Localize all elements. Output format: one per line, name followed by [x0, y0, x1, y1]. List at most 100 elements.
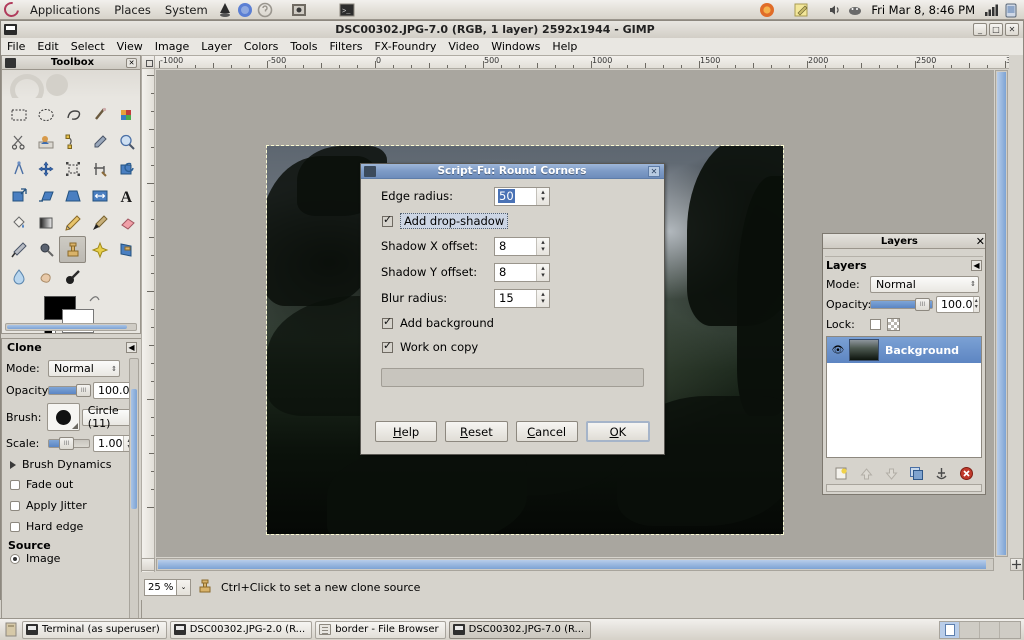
move-tool[interactable]: [32, 155, 59, 182]
update-manager-icon[interactable]: [846, 1, 864, 19]
dialog-close-button[interactable]: ✕: [648, 165, 660, 177]
zoom-tool[interactable]: [113, 128, 140, 155]
layer-list[interactable]: 👁 Background: [826, 336, 982, 458]
blur-radius-spinbox[interactable]: 15 ▴ ▾: [494, 288, 550, 308]
menu-help[interactable]: Help: [546, 38, 583, 55]
volume-icon[interactable]: [826, 1, 844, 19]
mode-combobox[interactable]: Normal ⇕: [48, 360, 120, 377]
menu-tools[interactable]: Tools: [284, 38, 323, 55]
align-tool[interactable]: [59, 155, 86, 182]
gradient-tool[interactable]: [32, 209, 59, 236]
canvas-hscrollbar[interactable]: [156, 558, 994, 571]
scissors-select-tool[interactable]: [5, 128, 32, 155]
swap-colors-icon[interactable]: [88, 293, 100, 303]
layer-opacity-spinbox[interactable]: 100.0 ▴ ▾: [936, 295, 980, 313]
signal-strength-icon[interactable]: [982, 1, 1000, 19]
toolbox-hscrollbar[interactable]: [5, 323, 137, 331]
menu-applications[interactable]: Applications: [23, 0, 107, 20]
menu-places[interactable]: Places: [107, 0, 158, 20]
zoom-control[interactable]: 25 % ⌄: [144, 578, 191, 596]
dialog-titlebar[interactable]: Script-Fu: Round Corners ✕: [361, 164, 664, 179]
fade-out-checkbox[interactable]: [10, 479, 20, 490]
reset-button[interactable]: Reset: [445, 421, 508, 442]
by-color-select-tool[interactable]: [113, 101, 140, 128]
layer-mode-combobox[interactable]: Normal ⇕: [870, 275, 979, 293]
apply-jitter-checkbox-row[interactable]: Apply Jitter: [6, 495, 137, 516]
menu-system[interactable]: System: [158, 0, 215, 20]
quickmask-toggle-button[interactable]: [141, 558, 155, 571]
workspace-switcher[interactable]: [939, 620, 1021, 639]
layer-opacity-slider[interactable]: III: [870, 297, 933, 311]
menu-file[interactable]: File: [1, 38, 31, 55]
screenshot-icon[interactable]: [290, 1, 308, 19]
menu-windows[interactable]: Windows: [485, 38, 546, 55]
firefox-window-icon[interactable]: [758, 1, 776, 19]
paths-tool[interactable]: [59, 128, 86, 155]
delete-layer-icon[interactable]: [959, 466, 974, 481]
spinner-arrows-icon[interactable]: ▴▾: [536, 263, 549, 281]
crop-tool[interactable]: [86, 155, 113, 182]
navigation-preview-button[interactable]: [1010, 558, 1023, 571]
anchor-layer-icon[interactable]: [934, 466, 949, 481]
source-image-radio[interactable]: [10, 553, 20, 564]
menu-filters[interactable]: Filters: [323, 38, 368, 55]
new-layer-icon[interactable]: [834, 466, 849, 481]
opacity-slider[interactable]: III: [48, 384, 91, 397]
workspace-4[interactable]: [1000, 621, 1020, 638]
show-desktop-icon[interactable]: [3, 621, 19, 638]
hard-edge-checkbox-row[interactable]: Hard edge: [6, 516, 137, 537]
work-on-copy-row[interactable]: Work on copy: [365, 335, 660, 359]
heal-tool[interactable]: [86, 236, 113, 263]
workspace-2[interactable]: [960, 621, 980, 638]
layers-menu-button[interactable]: ◀: [971, 260, 982, 271]
source-image-radio-row[interactable]: Image: [6, 552, 137, 565]
lower-layer-icon[interactable]: [884, 466, 899, 481]
bucket-fill-tool[interactable]: [5, 209, 32, 236]
terminal-icon[interactable]: >_: [338, 1, 356, 19]
task-file-browser[interactable]: border - File Browser: [315, 620, 446, 639]
zoom-input[interactable]: 25 %: [144, 578, 177, 596]
menu-video[interactable]: Video: [442, 38, 485, 55]
workspace-3[interactable]: [980, 621, 1000, 638]
layers-tabstrip[interactable]: [825, 250, 983, 257]
flip-tool[interactable]: [86, 182, 113, 209]
gedit-icon[interactable]: [792, 1, 810, 19]
ink-tool[interactable]: [32, 236, 59, 263]
rect-select-tool[interactable]: [5, 101, 32, 128]
close-button[interactable]: ✕: [1005, 23, 1019, 36]
brush-preview-button[interactable]: [47, 403, 80, 431]
canvas-vscrollbar[interactable]: [995, 70, 1008, 557]
blur-sharpen-tool[interactable]: [5, 263, 32, 290]
zoom-dropdown-button[interactable]: ⌄: [177, 578, 191, 596]
fade-out-checkbox-row[interactable]: Fade out: [6, 474, 137, 495]
scale-slider[interactable]: III: [48, 437, 90, 450]
foreground-select-tool[interactable]: [32, 128, 59, 155]
blur-radius-value[interactable]: 15: [495, 291, 536, 305]
hard-edge-checkbox[interactable]: [10, 521, 20, 532]
duplicate-layer-icon[interactable]: [909, 466, 924, 481]
ruler-origin-button[interactable]: [141, 55, 155, 69]
horizontal-ruler[interactable]: -1000 -500 0 500 1000 1500 2000 2500: [155, 55, 1009, 69]
maximize-button[interactable]: □: [989, 23, 1003, 36]
inkscape-icon[interactable]: [216, 1, 234, 19]
perspective-clone-tool[interactable]: [113, 236, 140, 263]
minimize-button[interactable]: _: [973, 23, 987, 36]
opacity-slider-knob[interactable]: III: [76, 384, 91, 397]
add-drop-shadow-checkbox[interactable]: [382, 213, 393, 227]
rotate-tool[interactable]: [113, 155, 140, 182]
vertical-ruler[interactable]: [141, 69, 155, 572]
layer-row-background[interactable]: 👁 Background: [827, 337, 981, 363]
layer-visibility-icon[interactable]: 👁: [827, 345, 849, 356]
color-picker-tool[interactable]: [86, 128, 113, 155]
edge-radius-value[interactable]: 50: [498, 189, 515, 203]
text-tool[interactable]: A: [113, 182, 140, 209]
menu-view[interactable]: View: [111, 38, 149, 55]
menu-fx-foundry[interactable]: FX-Foundry: [368, 38, 442, 55]
workspace-1[interactable]: [940, 621, 960, 638]
ellipse-select-tool[interactable]: [32, 101, 59, 128]
cancel-button[interactable]: Cancel: [515, 421, 578, 442]
spinner-arrows-icon[interactable]: ▴▾: [536, 187, 549, 205]
fuzzy-select-tool[interactable]: [86, 101, 113, 128]
task-terminal[interactable]: Terminal (as superuser): [22, 620, 167, 639]
help-icon[interactable]: [256, 1, 274, 19]
